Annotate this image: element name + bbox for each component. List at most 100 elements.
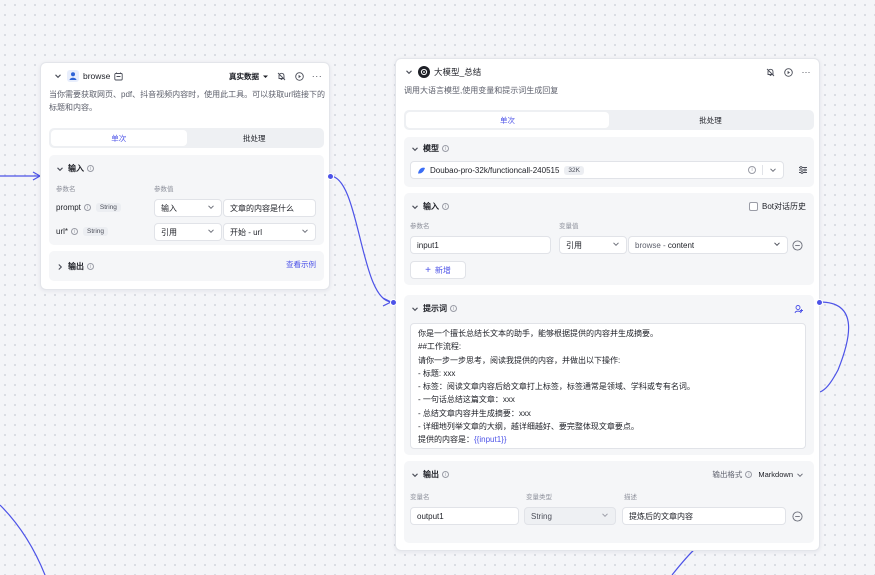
info-icon[interactable]: i bbox=[442, 203, 449, 210]
prompt-line: - 标签：阅读文章内容后给文章打上标签，标签通常是领域、学科或专有名词。 bbox=[418, 382, 695, 392]
info-icon[interactable]: i bbox=[87, 263, 94, 270]
param-reference-select[interactable]: 开始 - url bbox=[223, 223, 316, 241]
model-heading: 模型 bbox=[423, 144, 439, 153]
param-mode-select[interactable]: 输入 bbox=[154, 199, 222, 217]
collapse-chevron-icon[interactable] bbox=[410, 144, 420, 154]
collapse-chevron-icon[interactable] bbox=[410, 202, 420, 212]
col-var-name: 参数名 bbox=[410, 223, 430, 230]
tab-single[interactable]: 单次 bbox=[51, 130, 187, 146]
prompt-heading: 提示词 bbox=[423, 304, 447, 313]
remove-var-icon[interactable] bbox=[792, 240, 803, 253]
more-options-icon[interactable]: ··· bbox=[311, 70, 323, 82]
prompt-line: - 总结文章内容并生成摘要：xxx bbox=[418, 408, 531, 418]
input-section: 输入 i Bot对话历史 参数名 变量值 input1 引用 browse - … bbox=[404, 193, 814, 285]
tab-batch[interactable]: 批处理 bbox=[609, 112, 812, 128]
chevron-down-icon bbox=[773, 240, 781, 250]
format-value: Markdown bbox=[758, 470, 793, 479]
more-options-icon[interactable]: ··· bbox=[800, 66, 812, 78]
param-row: prompt i String bbox=[56, 203, 121, 212]
param-row: url* i String bbox=[56, 227, 108, 236]
info-icon[interactable]: i bbox=[71, 228, 79, 235]
param-name: prompt bbox=[56, 203, 81, 212]
llm-output-port[interactable] bbox=[816, 299, 823, 306]
param-mode-value: 输入 bbox=[161, 203, 177, 213]
mode-dropdown[interactable]: 真实数据 bbox=[229, 71, 269, 82]
llm-summary-node[interactable]: 大模型_总结 ··· 调用大语言模型,使用变量和提示词生成回复 单次 批处理 模… bbox=[395, 58, 820, 551]
param-value-input[interactable]: 文章的内容是什么 bbox=[223, 199, 316, 217]
output-section: 输出 i 输出格式 i Markdown 变量名 变量类型 描述 output1… bbox=[404, 461, 814, 543]
var-reference-select[interactable]: browse - content bbox=[628, 236, 788, 254]
prompt-line: 你是一个擅长总结长文本的助手，能够根据提供的内容并生成摘要。 bbox=[418, 329, 658, 338]
collapse-chevron-icon[interactable] bbox=[55, 164, 65, 174]
browse-output-port[interactable] bbox=[327, 173, 334, 180]
chevron-down-icon bbox=[797, 472, 803, 477]
bot-history-checkbox[interactable]: Bot对话历史 bbox=[748, 201, 806, 212]
prompt-variable: {{input1}} bbox=[474, 435, 507, 445]
chevron-down-icon bbox=[601, 511, 609, 521]
mute-bell-icon[interactable] bbox=[275, 70, 287, 82]
output-format-select[interactable]: 输出格式 i Markdown bbox=[712, 469, 804, 480]
collapse-chevron-icon[interactable] bbox=[410, 470, 420, 480]
var-mode-value: 引用 bbox=[566, 240, 582, 250]
output-description-input[interactable]: 提炼后的文章内容 bbox=[622, 507, 786, 525]
model-settings-icon[interactable] bbox=[798, 165, 808, 177]
output-heading: 输出 bbox=[423, 470, 439, 479]
wire-llm-out bbox=[819, 301, 850, 393]
info-icon[interactable]: i bbox=[450, 305, 457, 312]
node-title: 大模型_总结 bbox=[434, 67, 482, 77]
run-play-icon[interactable] bbox=[782, 66, 794, 78]
prompt-editor[interactable]: 你是一个擅长总结长文本的助手，能够根据提供的内容并生成摘要。 ##工作流程: 请… bbox=[410, 323, 806, 449]
output-var-name-input[interactable]: output1 bbox=[410, 507, 519, 525]
wire-browse-to-llm bbox=[329, 175, 393, 303]
collapse-chevron-icon[interactable] bbox=[404, 67, 414, 77]
view-example-link[interactable]: 查看示例 bbox=[286, 259, 316, 270]
input-section: 输入 i 参数名 参数值 prompt i String 输入 文章的内容是什么… bbox=[49, 155, 324, 245]
add-var-button[interactable]: + 新增 bbox=[410, 261, 466, 279]
prompt-line: - 详细地列举文章的大纲，越详细越好、要完整体现文章要点。 bbox=[418, 422, 639, 432]
mute-bell-icon[interactable] bbox=[764, 66, 776, 78]
model-section: 模型 i Doubao-pro-32k/functioncall-240515 … bbox=[404, 137, 814, 187]
input-heading: 输入 bbox=[68, 164, 84, 173]
add-var-label: 新增 bbox=[434, 265, 451, 275]
collapse-chevron-icon[interactable] bbox=[53, 71, 63, 81]
prompt-library-icon[interactable] bbox=[794, 304, 804, 316]
node-description: 当你需要获取网页、pdf、抖音视频内容时，使用此工具。可以获取url链接下的标题… bbox=[49, 90, 326, 112]
param-mode-select[interactable]: 引用 bbox=[154, 223, 222, 241]
tab-batch[interactable]: 批处理 bbox=[187, 130, 323, 146]
info-icon[interactable]: i bbox=[83, 204, 91, 211]
info-icon[interactable]: i bbox=[442, 471, 449, 478]
collapse-chevron-icon[interactable] bbox=[410, 304, 420, 314]
prompt-line: 请你一步一步思考，阅读我提供的内容，并做出以下操作: bbox=[418, 355, 621, 365]
model-select[interactable]: Doubao-pro-32k/functioncall-240515 32K i bbox=[410, 161, 784, 179]
ref-separator: - bbox=[660, 240, 668, 250]
wire-bottom-left bbox=[0, 504, 46, 575]
chevron-down-icon bbox=[207, 203, 215, 213]
output-var-type-select[interactable]: String bbox=[524, 507, 616, 525]
input-heading: 输入 bbox=[423, 202, 439, 211]
llm-input-port[interactable] bbox=[390, 299, 397, 306]
doubao-logo-icon bbox=[418, 167, 425, 174]
output-description: 提炼后的文章内容 bbox=[629, 511, 693, 521]
model-info-icon[interactable]: i bbox=[748, 166, 756, 174]
format-label: 输出格式 bbox=[712, 470, 743, 479]
info-icon[interactable]: i bbox=[87, 165, 94, 172]
remove-output-icon[interactable] bbox=[792, 511, 803, 524]
browse-node[interactable]: browse 真实数据 ··· 当你需要获取网页、pdf、抖音视频内容时，使用此… bbox=[40, 62, 330, 290]
col-var-value: 变量值 bbox=[559, 223, 579, 230]
ref-source-node: browse bbox=[635, 240, 661, 250]
var-name-input[interactable]: input1 bbox=[410, 236, 551, 254]
output-heading: 输出 bbox=[68, 262, 84, 271]
param-reference-text: 开始 - url bbox=[230, 227, 262, 237]
expand-chevron-icon[interactable] bbox=[55, 262, 65, 272]
info-icon[interactable]: i bbox=[442, 145, 449, 152]
col-description: 描述 bbox=[624, 494, 637, 501]
context-length-badge: 32K bbox=[564, 165, 584, 175]
output-var-type: String bbox=[531, 511, 552, 521]
var-mode-select[interactable]: 引用 bbox=[559, 236, 627, 254]
tab-single[interactable]: 单次 bbox=[406, 112, 609, 128]
info-icon[interactable]: i bbox=[745, 471, 753, 478]
var-name-value: input1 bbox=[417, 240, 439, 250]
mode-tabs: 单次 批处理 bbox=[49, 128, 324, 148]
prompt-section: 提示词 i 你是一个擅长总结长文本的助手，能够根据提供的内容并生成摘要。 ##工… bbox=[404, 295, 814, 455]
run-play-icon[interactable] bbox=[293, 70, 305, 82]
